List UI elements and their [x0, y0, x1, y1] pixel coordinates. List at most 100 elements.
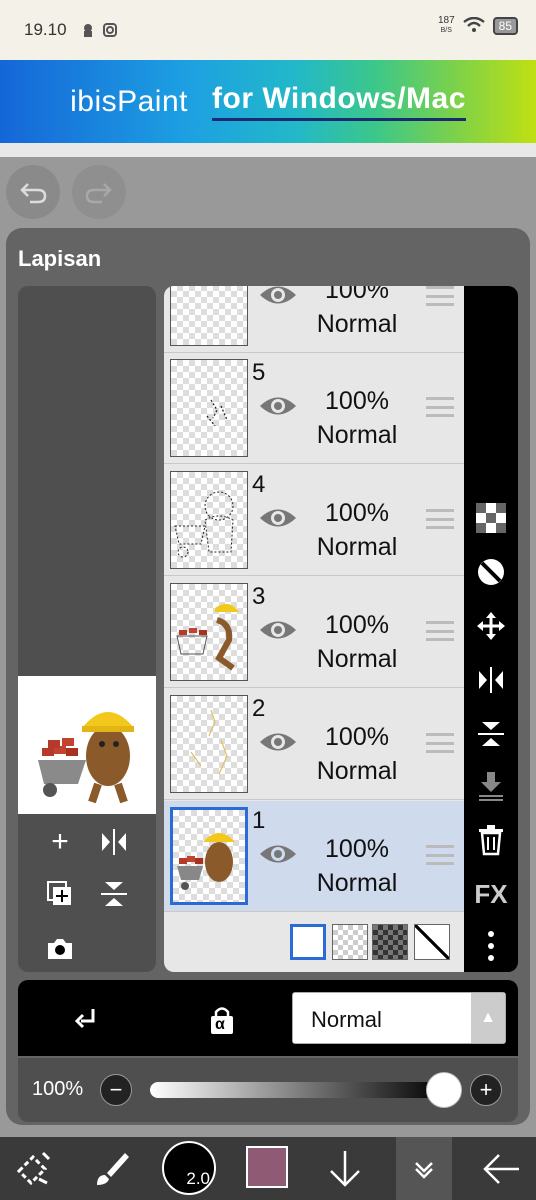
- merge-down-button[interactable]: [473, 768, 509, 804]
- brush-icon: [97, 1153, 129, 1185]
- camera-button[interactable]: [40, 928, 80, 968]
- status-bar: 19.10 187 B/S 85: [0, 0, 536, 60]
- drag-handle-icon[interactable]: [426, 845, 454, 865]
- undo-button[interactable]: [6, 165, 60, 219]
- redo-button[interactable]: [72, 165, 126, 219]
- drag-handle-icon[interactable]: [426, 509, 454, 529]
- flip-layer-vertical-button[interactable]: [473, 716, 509, 752]
- layer-down-button[interactable]: [322, 1146, 368, 1192]
- arrow-down-icon: [330, 1151, 360, 1187]
- trash-icon: [479, 825, 503, 856]
- layer-row[interactable]: 100% Normal: [164, 286, 464, 353]
- wifi-icon: [462, 16, 485, 36]
- background-options: [164, 912, 464, 972]
- layer-number: 2: [252, 695, 266, 722]
- layer-opacity: 100%: [325, 286, 389, 304]
- layer-row-selected[interactable]: 1 100% Normal: [164, 801, 464, 912]
- layer-row[interactable]: 3 100% Normal: [164, 577, 464, 688]
- clip-arrow-icon: [74, 1009, 95, 1029]
- panel-title: Lapisan: [18, 246, 102, 271]
- bg-white-swatch[interactable]: [290, 924, 326, 960]
- opacity-increase-button[interactable]: +: [470, 1074, 502, 1106]
- instagram-icon: [102, 22, 118, 38]
- drag-handle-icon[interactable]: [426, 733, 454, 753]
- double-chevron-down-icon: [415, 1162, 433, 1179]
- bg-none-swatch[interactable]: [414, 924, 450, 960]
- character-preview-image: [38, 712, 134, 804]
- eye-icon[interactable]: [258, 393, 298, 419]
- opacity-decrease-button[interactable]: −: [100, 1074, 132, 1106]
- flip-layer-horizontal-button[interactable]: [473, 662, 509, 698]
- layer-opacity: 100%: [325, 387, 389, 415]
- eye-icon[interactable]: [258, 841, 298, 867]
- clip-mask-icon: [478, 559, 504, 585]
- layer-blend-mode: Normal: [316, 757, 398, 785]
- drag-handle-icon[interactable]: [426, 621, 454, 641]
- arrow-left-icon: [483, 1154, 519, 1184]
- layer-thumbnail: [170, 583, 248, 681]
- camera-icon: [48, 939, 72, 959]
- eye-icon[interactable]: [258, 617, 298, 643]
- blend-mode-value: Normal: [311, 1007, 382, 1032]
- layer-opacity: 100%: [325, 723, 389, 751]
- fx-button[interactable]: FX: [473, 876, 509, 912]
- status-right: 187 B/S 85: [438, 16, 518, 36]
- clipping-button[interactable]: [473, 554, 509, 590]
- layer-opacity: 100%: [325, 499, 389, 527]
- layer-row[interactable]: 4 100% Normal: [164, 465, 464, 576]
- more-options-button[interactable]: [473, 928, 509, 964]
- net-speed: 187 B/S: [438, 16, 455, 36]
- layer-panel-toggle[interactable]: [396, 1137, 452, 1200]
- flip-horizontal-button[interactable]: [94, 822, 134, 862]
- alpha-lock-button[interactable]: α: [202, 1000, 242, 1040]
- redo-icon: [85, 183, 112, 204]
- drag-handle-icon[interactable]: [426, 397, 454, 417]
- canvas-preview[interactable]: [18, 676, 156, 814]
- layer-blend-mode: Normal: [316, 421, 398, 449]
- color-swatch-button[interactable]: [246, 1146, 288, 1188]
- layer-thumbnail: [170, 471, 248, 569]
- bg-transparent-light-swatch[interactable]: [332, 924, 368, 960]
- bg-transparent-dark-swatch[interactable]: [372, 924, 408, 960]
- opacity-slider-handle[interactable]: [426, 1072, 462, 1108]
- net-speed-unit: B/S: [440, 27, 452, 34]
- ad-banner[interactable]: ibisPaint for Windows/Mac: [0, 60, 536, 143]
- tool-selection-button[interactable]: [10, 1146, 56, 1192]
- merge-down-icon: [479, 772, 503, 801]
- layer-blend-mode: Normal: [316, 310, 398, 338]
- brush-tool-button[interactable]: [88, 1146, 134, 1192]
- banner-slogan: for Windows/Mac: [212, 82, 466, 121]
- flip-vertical-button[interactable]: [94, 874, 134, 914]
- blend-mode-select[interactable]: Normal ▲: [292, 992, 506, 1044]
- layer-list[interactable]: 100% Normal 5 100% Normal 4 100% Normal …: [164, 286, 464, 972]
- layer-blend-mode: Normal: [316, 533, 398, 561]
- layer-blend-mode: Normal: [316, 645, 398, 673]
- checkerboard-icon: [476, 503, 506, 533]
- layer-thumbnail: [170, 286, 248, 346]
- layer-row[interactable]: 5 100% Normal: [164, 353, 464, 464]
- delete-layer-button[interactable]: [473, 822, 509, 858]
- add-layer-button[interactable]: +: [40, 822, 80, 862]
- opacity-slider[interactable]: [150, 1082, 444, 1098]
- eye-icon[interactable]: [258, 729, 298, 755]
- more-vertical-icon: [488, 931, 494, 961]
- net-speed-value: 187: [437, 15, 455, 26]
- drag-handle-icon[interactable]: [426, 286, 454, 306]
- layer-blend-mode: Normal: [316, 869, 398, 897]
- copy-layer-button[interactable]: [40, 874, 80, 914]
- layer-opacity: 100%: [325, 611, 389, 639]
- status-time: 19.10: [24, 20, 67, 39]
- transform-tool-icon: [16, 1151, 51, 1186]
- brush-size-button[interactable]: 2.0: [162, 1141, 216, 1195]
- layer-row[interactable]: 2 100% Normal: [164, 689, 464, 800]
- back-button[interactable]: [478, 1146, 524, 1192]
- eye-icon[interactable]: [258, 505, 298, 531]
- layer-number: 3: [252, 583, 266, 610]
- clipping-toggle-button[interactable]: [66, 1000, 106, 1040]
- eye-icon[interactable]: [258, 286, 298, 308]
- flip-horizontal-icon: [479, 667, 503, 693]
- move-button[interactable]: [473, 608, 509, 644]
- opacity-label: 100%: [32, 1078, 84, 1100]
- flip-horizontal-icon: [102, 829, 126, 855]
- checker-fill-button[interactable]: [473, 500, 509, 536]
